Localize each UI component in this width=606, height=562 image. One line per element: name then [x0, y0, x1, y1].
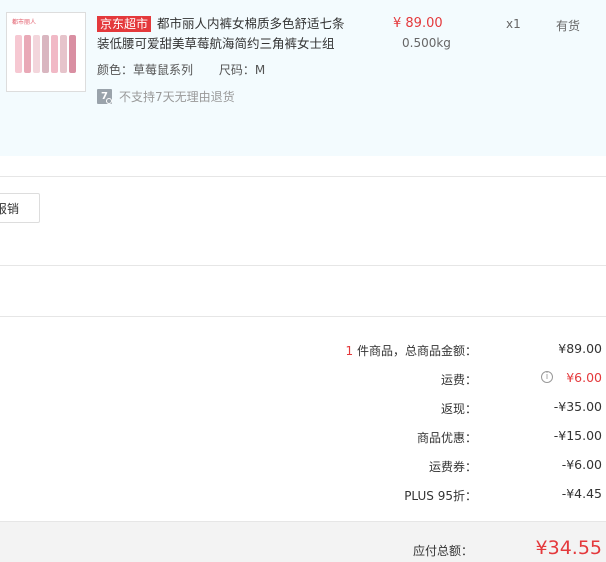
- total-goods-value: ¥89.00: [558, 341, 602, 356]
- return-policy: 7 不支持7天无理由退货: [97, 88, 235, 105]
- product-specs: 颜色：草莓鼠系列 尺码：M: [97, 61, 287, 78]
- payable-label: 应付总额：: [412, 544, 473, 558]
- shipping-label: 运费：: [440, 373, 477, 387]
- thumb-pack: [42, 35, 49, 73]
- plus-discount-value: -¥4.45: [561, 486, 602, 501]
- info-icon[interactable]: i: [541, 371, 553, 383]
- thumb-pack: [60, 35, 67, 73]
- discount-label: 商品优惠：: [416, 431, 477, 445]
- discount-value: -¥15.00: [553, 428, 602, 443]
- thumb-pack: [15, 35, 22, 73]
- size-spec: 尺码：M: [218, 63, 266, 77]
- payable-value: ¥34.55: [535, 537, 602, 559]
- payable-total-band: [0, 521, 606, 562]
- product-weight: 0.500kg: [402, 36, 451, 50]
- thumb-pack: [69, 35, 76, 73]
- divider: [0, 265, 606, 266]
- product-quantity: x1: [506, 17, 521, 31]
- color-spec: 颜色：草莓鼠系列: [97, 63, 194, 77]
- thumb-pack: [33, 35, 40, 73]
- item-count-suffix: 件商品，总商品金额：: [353, 344, 477, 358]
- stock-status: 有货: [556, 19, 581, 33]
- cashback-value: -¥35.00: [553, 399, 602, 414]
- thumbnail-brand-logo: 都市丽人: [12, 19, 37, 26]
- shipping-coupon-label: 运费券：: [428, 460, 477, 474]
- divider: [0, 316, 606, 317]
- return-policy-text: 不支持7天无理由退货: [119, 90, 235, 104]
- no-seven-day-return-icon: 7: [97, 89, 112, 104]
- divider: [0, 176, 606, 177]
- item-count-label: 1 件商品，总商品金额：: [346, 342, 477, 359]
- shipping-coupon-value: -¥6.00: [561, 457, 602, 472]
- product-title-block[interactable]: 京东超市 都市丽人内裤女棉质多色舒适七条装低腰可爱甜美草莓航海简约三角裤女士组: [97, 14, 345, 54]
- plus-discount-label: PLUS 95折：: [404, 489, 477, 503]
- cashback-label: 返现：: [440, 402, 477, 416]
- jd-supermarket-badge: 京东超市: [97, 16, 152, 32]
- product-price: ¥ 89.00: [393, 16, 443, 31]
- thumb-pack: [51, 35, 58, 73]
- product-thumbnail[interactable]: 都市丽人: [6, 12, 86, 92]
- shipping-value: ¥6.00: [566, 370, 602, 385]
- thumb-pack: [24, 35, 31, 73]
- reimburse-button[interactable]: 报销: [0, 193, 40, 223]
